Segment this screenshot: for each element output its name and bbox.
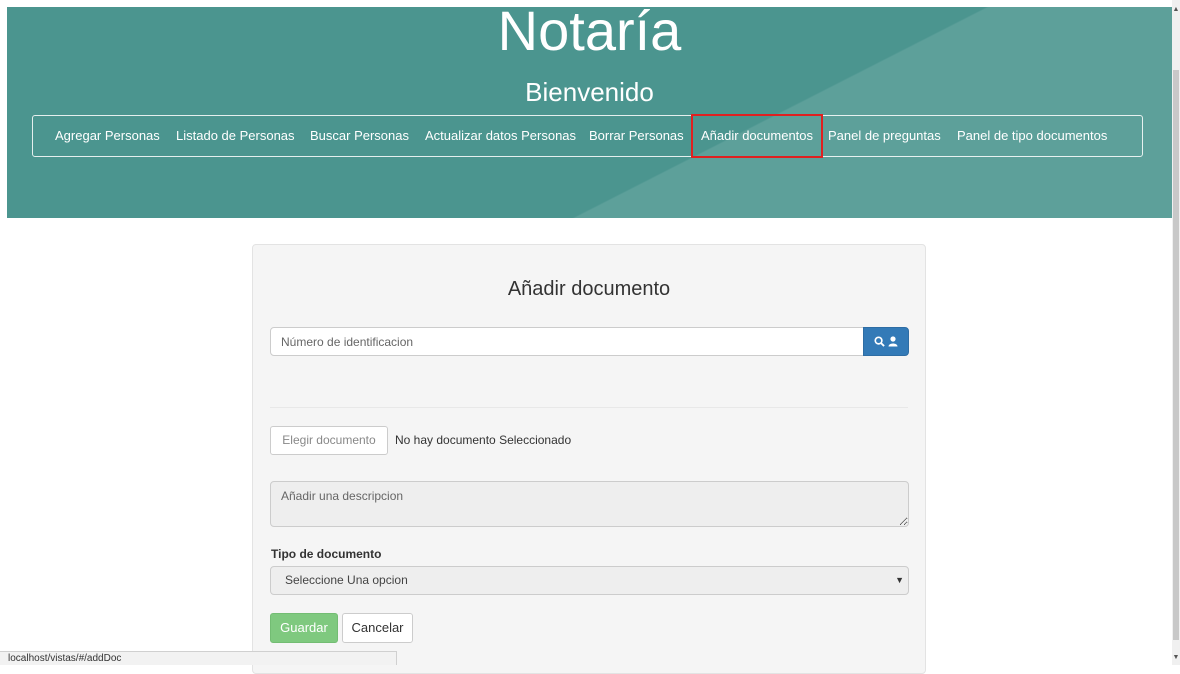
scrollbar-thumb[interactable]: [1173, 70, 1179, 640]
document-type-label: Tipo de documento: [271, 547, 382, 561]
document-type-select[interactable]: Seleccione Una opcion ▼: [270, 566, 909, 595]
main-nav: Agregar Personas Listado de Personas Bus…: [32, 114, 1143, 158]
caret-down-icon: ▼: [895, 575, 904, 585]
search-person-button[interactable]: [863, 327, 909, 356]
search-icon: [874, 336, 885, 348]
status-bar-url: localhost/vistas/#/addDoc: [0, 651, 397, 665]
nav-item-panel-preguntas[interactable]: Panel de preguntas: [828, 116, 941, 156]
cancel-button[interactable]: Cancelar: [342, 613, 413, 643]
vertical-scrollbar[interactable]: ▲ ▼: [1172, 0, 1180, 665]
nav-item-agregar-personas[interactable]: Agregar Personas: [55, 116, 160, 156]
add-document-panel: Añadir documento Elegir documento No hay…: [252, 244, 926, 674]
site-title: Notaría: [497, 7, 682, 62]
nav-item-anadir-documentos[interactable]: Añadir documentos: [691, 114, 824, 158]
document-type-selected: Seleccione Una opcion: [285, 573, 408, 587]
nav-item-borrar-personas[interactable]: Borrar Personas: [589, 116, 684, 156]
nav-item-panel-tipo-documentos[interactable]: Panel de tipo documentos: [957, 116, 1107, 156]
nav-item-listado-personas[interactable]: Listado de Personas: [176, 116, 295, 156]
scroll-down-arrow-icon[interactable]: ▼: [1172, 654, 1180, 661]
description-textarea[interactable]: [270, 481, 909, 527]
form-divider: [270, 407, 908, 408]
site-header: Notaría Bienvenido Agregar Personas List…: [7, 7, 1172, 218]
file-status-text: No hay documento Seleccionado: [395, 433, 572, 447]
user-icon: [888, 336, 898, 347]
welcome-heading: Bienvenido: [525, 77, 654, 107]
panel-title: Añadir documento: [507, 278, 671, 300]
scroll-up-arrow-icon[interactable]: ▲: [1172, 6, 1180, 13]
choose-document-button[interactable]: Elegir documento: [270, 426, 388, 455]
nav-item-buscar-personas[interactable]: Buscar Personas: [310, 116, 409, 156]
id-number-input[interactable]: [270, 327, 864, 356]
nav-item-actualizar-personas[interactable]: Actualizar datos Personas: [425, 116, 576, 156]
save-button[interactable]: Guardar: [270, 613, 338, 643]
